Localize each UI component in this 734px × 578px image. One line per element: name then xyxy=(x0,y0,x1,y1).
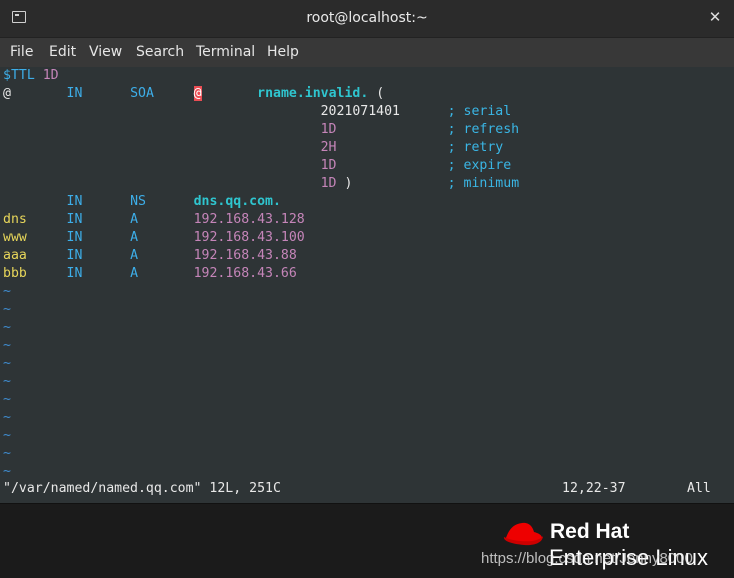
menu-bar: File Edit View Search Terminal Help xyxy=(0,37,734,68)
close-icon: ✕ xyxy=(708,8,722,26)
window-title: root@localhost:~ xyxy=(306,10,428,26)
empty-line-tilde: ~ xyxy=(3,464,11,479)
origin-symbol: @ xyxy=(3,86,11,101)
a-record: aaa IN A 192.168.43.88 xyxy=(3,247,297,265)
empty-line-tilde: ~ xyxy=(3,302,11,317)
ttl-value: 1D xyxy=(42,68,59,83)
text-cursor: @ xyxy=(193,86,202,101)
soa-minimum-line: 1D ) ; minimum xyxy=(3,175,520,193)
soa-comment: ; minimum xyxy=(447,176,520,191)
record-class: IN xyxy=(66,86,83,101)
soa-comment: ; expire xyxy=(447,158,512,173)
soa-comment: ; refresh xyxy=(447,122,520,137)
menu-terminal[interactable]: Terminal xyxy=(196,44,255,60)
empty-line-tilde: ~ xyxy=(3,392,11,407)
record-type: A xyxy=(130,248,139,263)
record-class: IN xyxy=(66,194,83,209)
ns-value: dns.qq.com. xyxy=(193,194,281,209)
record-type: NS xyxy=(130,194,146,209)
soa-value: 1D xyxy=(320,176,337,191)
close-button[interactable]: ✕ xyxy=(706,8,724,26)
menu-search[interactable]: Search xyxy=(136,44,184,60)
record-class: IN xyxy=(66,266,83,281)
menu-view[interactable]: View xyxy=(89,44,122,60)
record-type: A xyxy=(130,212,139,227)
record-class: IN xyxy=(66,212,83,227)
status-scroll: All xyxy=(687,481,711,496)
a-record: dns IN A 192.168.43.128 xyxy=(3,211,305,229)
ip-address: 192.168.43.66 xyxy=(193,266,297,281)
soa-retry-line: 2H ; retry xyxy=(3,139,504,157)
menu-help[interactable]: Help xyxy=(267,44,299,60)
empty-line-tilde: ~ xyxy=(3,410,11,425)
red-hat-logo-icon xyxy=(503,522,543,546)
brand-redhat: Red Hat xyxy=(550,520,630,543)
record-class: IN xyxy=(66,248,83,263)
soa-value: 2H xyxy=(320,140,337,155)
terminal-window: root@localhost:~ ✕ File Edit View Search… xyxy=(0,0,734,504)
watermark-url: https://blog.csdn.net/Jenny8000 xyxy=(481,550,693,567)
ip-address: 192.168.43.128 xyxy=(193,212,305,227)
record-type: A xyxy=(130,230,139,245)
record-type: A xyxy=(130,266,139,281)
close-paren: ) xyxy=(344,176,353,191)
soa-expire-line: 1D ; expire xyxy=(3,157,512,175)
empty-line-tilde: ~ xyxy=(3,374,11,389)
empty-line-tilde: ~ xyxy=(3,428,11,443)
rname: rname.invalid. xyxy=(257,86,369,101)
host-name: bbb xyxy=(3,266,27,281)
menu-file[interactable]: File xyxy=(10,44,33,60)
ip-address: 192.168.43.100 xyxy=(193,230,305,245)
record-class: IN xyxy=(66,230,83,245)
record-type: SOA xyxy=(130,86,154,101)
empty-line-tilde: ~ xyxy=(3,356,11,371)
menu-edit[interactable]: Edit xyxy=(49,44,76,60)
empty-line-tilde: ~ xyxy=(3,338,11,353)
soa-value: 2021071401 xyxy=(320,104,400,119)
title-bar[interactable]: root@localhost:~ ✕ xyxy=(0,0,734,37)
ns-record: IN NS dns.qq.com. xyxy=(3,193,281,211)
status-cursor-position: 12,22-37 xyxy=(562,481,626,496)
soa-comment: ; retry xyxy=(447,140,504,155)
ttl-directive: $TTL xyxy=(3,68,35,83)
empty-line-tilde: ~ xyxy=(3,284,11,299)
soa-comment: ; serial xyxy=(447,104,512,119)
soa-value: 1D xyxy=(320,158,337,173)
host-name: www xyxy=(3,230,27,245)
soa-value: 1D xyxy=(320,122,337,137)
host-name: dns xyxy=(3,212,27,227)
open-paren: ( xyxy=(376,86,385,101)
soa-line: @ IN SOA @ rname.invalid. ( xyxy=(3,85,384,103)
soa-serial-line: 2021071401 ; serial xyxy=(3,103,512,121)
empty-line-tilde: ~ xyxy=(3,446,11,461)
status-file-info: "/var/named/named.qq.com" 12L, 251C xyxy=(3,481,281,496)
vim-editor[interactable]: $TTL 1D @ IN SOA @ rname.invalid. ( 2021… xyxy=(0,67,734,503)
ttl-line: $TTL 1D xyxy=(3,67,59,85)
empty-line-tilde: ~ xyxy=(3,320,11,335)
a-record: www IN A 192.168.43.100 xyxy=(3,229,305,247)
ip-address: 192.168.43.88 xyxy=(193,248,297,263)
soa-refresh-line: 1D ; refresh xyxy=(3,121,520,139)
host-name: aaa xyxy=(3,248,27,263)
a-record: bbb IN A 192.168.43.66 xyxy=(3,265,297,283)
